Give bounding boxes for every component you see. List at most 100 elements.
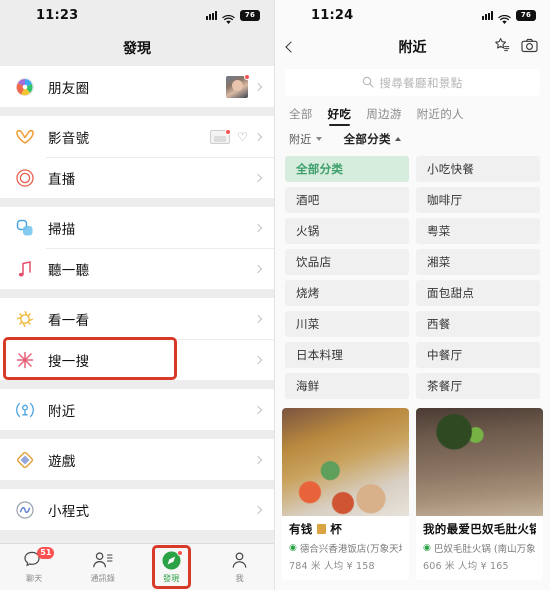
category-chip[interactable]: 粤菜 [416, 218, 540, 244]
right-navbar: 附近 [275, 30, 550, 64]
row-right [253, 223, 263, 232]
list-item-label: 小程式 [48, 503, 90, 520]
category-chip[interactable]: 茶餐厅 [416, 373, 540, 399]
category-grid: 全部分类 小吃快餐 酒吧 咖啡厅 火锅 粤菜 饮品店 湘菜 烧烤 面包甜点 川菜… [275, 154, 550, 405]
tab-chat[interactable]: 51 聊天 [0, 544, 69, 590]
page-title: 發現 [123, 41, 151, 57]
venue-card[interactable]: 有钱 杯 ◉ 德合兴香港饭店(万象天地店) 784 米 人均 ¥ 158 [282, 408, 409, 580]
left-phone-screen: 11:23 76 發現 朋友圈 影音號 ♡ 直播 掃描 聽一聽 看一看 搜一搜 … [0, 0, 275, 590]
list-item-moments[interactable]: 朋友圈 [0, 66, 274, 107]
chevron-right-icon [253, 264, 263, 273]
battery-indicator: 76 [516, 9, 536, 21]
venue-title: 有钱 杯 [289, 521, 402, 537]
top-stories-icon [14, 308, 36, 330]
category-chip[interactable]: 面包甜点 [416, 280, 540, 306]
venue-location-text: 巴奴毛肚火锅 (南山万象天地店) [433, 544, 536, 555]
list-group: 掃描 聽一聽 [0, 207, 274, 289]
row-right: ♡ [210, 128, 263, 144]
category-chip[interactable]: 日本料理 [285, 342, 409, 368]
back-chevron-icon[interactable] [285, 41, 297, 53]
chevron-right-icon [253, 223, 263, 232]
list-item-label: 朋友圈 [48, 80, 90, 97]
category-chip[interactable]: 西餐 [416, 311, 540, 337]
list-group: 朋友圈 [0, 66, 274, 107]
wifi-icon [222, 10, 235, 24]
list-item-top-stories[interactable]: 看一看 [0, 298, 274, 339]
venue-card[interactable]: 我的最爱巴奴毛肚火锅 ◉ 巴奴毛肚火锅 (南山万象天地店) 606 米 人均 ¥… [416, 408, 543, 580]
live-icon [14, 167, 36, 189]
tab-contacts[interactable]: 通訊錄 [69, 544, 138, 590]
star-list-icon[interactable] [494, 37, 510, 57]
tab-label: 聊天 [26, 574, 43, 583]
bottom-tabbar: 51 聊天 通訊錄 發現 我 [0, 543, 274, 590]
category-chip[interactable]: 小吃快餐 [416, 156, 540, 182]
cellular-signal-icon [206, 10, 217, 20]
list-item-label: 聽一聽 [48, 262, 90, 279]
red-dot-badge [176, 550, 183, 556]
search-icon [362, 73, 374, 92]
food-photo-dimsum [282, 408, 409, 516]
list-item-nearby[interactable]: 附近 [0, 389, 274, 430]
category-chip[interactable]: 川菜 [285, 311, 409, 337]
list-item-label: 看一看 [48, 312, 90, 329]
list-item-channels[interactable]: 影音號 ♡ [0, 116, 274, 157]
row-right [253, 455, 263, 464]
row-right [226, 73, 263, 98]
chevron-down-icon [315, 137, 322, 141]
filter-all-categories[interactable]: 全部分类 [344, 131, 401, 147]
category-chip[interactable]: 海鲜 [285, 373, 409, 399]
moments-icon [14, 76, 36, 98]
category-chip[interactable]: 全部分类 [285, 156, 409, 182]
status-time: 11:24 [311, 7, 354, 23]
list-item-label: 附近 [48, 403, 76, 420]
list-item-games[interactable]: 遊戲 [0, 439, 274, 480]
group-separator [0, 380, 274, 389]
list-group: 看一看 搜一搜 [0, 298, 274, 380]
category-chip[interactable]: 中餐厅 [416, 342, 540, 368]
list-item-scan[interactable]: 掃描 [0, 207, 274, 248]
status-indicators: 76 [206, 9, 260, 24]
row-right [253, 173, 263, 182]
channel-thumbnail[interactable] [210, 128, 232, 144]
status-bar-left: 11:23 76 [0, 0, 274, 30]
tab-food[interactable]: 好吃 [328, 106, 352, 127]
tab-profile[interactable]: 我 [206, 544, 275, 590]
list-item-label: 掃描 [48, 221, 76, 238]
channels-icon [14, 126, 36, 148]
category-chip[interactable]: 烧烤 [285, 280, 409, 306]
search-input[interactable]: 搜尋餐廳和景點 [285, 69, 540, 96]
cellular-signal-icon [482, 10, 493, 20]
category-chip[interactable]: 咖啡厅 [416, 187, 540, 213]
row-right [253, 355, 263, 364]
category-chip[interactable]: 湘菜 [416, 249, 540, 275]
list-group: 小程式 [0, 489, 274, 530]
tab-all[interactable]: 全部 [289, 106, 313, 127]
venue-meta: 784 米 人均 ¥ 158 [289, 561, 375, 572]
list-item-live[interactable]: 直播 [0, 157, 274, 198]
row-right [253, 505, 263, 514]
list-item-search-discover[interactable]: 搜一搜 [0, 339, 274, 380]
heart-icon[interactable]: ♡ [237, 131, 248, 143]
unread-badge: 51 [37, 547, 55, 559]
right-phone-screen: 11:24 76 附近 搜尋餐廳和景點 全部 好吃 周边游 附近的人 附近 全部… [275, 0, 550, 590]
games-icon [14, 449, 36, 471]
tab-around-trip[interactable]: 周边游 [366, 106, 401, 127]
group-separator [0, 480, 274, 489]
category-chip[interactable]: 饮品店 [285, 249, 409, 275]
tab-nearby-people[interactable]: 附近的人 [417, 106, 464, 127]
venue-title: 我的最爱巴奴毛肚火锅 [423, 521, 536, 537]
camera-icon[interactable] [521, 38, 538, 57]
list-item-mini-programs[interactable]: 小程式 [0, 489, 274, 530]
chevron-right-icon [253, 82, 263, 91]
venue-location-text: 德合兴香港饭店(万象天地店) [299, 544, 402, 555]
filter-nearby[interactable]: 附近 [289, 131, 322, 147]
list-item-listen[interactable]: 聽一聽 [0, 248, 274, 289]
status-time: 11:23 [36, 7, 79, 23]
category-chip[interactable]: 火锅 [285, 218, 409, 244]
tab-discover[interactable]: 發現 [137, 544, 206, 590]
battery-indicator: 76 [240, 9, 260, 21]
category-chip[interactable]: 酒吧 [285, 187, 409, 213]
group-separator [0, 430, 274, 439]
chevron-right-icon [253, 173, 263, 182]
avatar[interactable] [226, 73, 250, 98]
